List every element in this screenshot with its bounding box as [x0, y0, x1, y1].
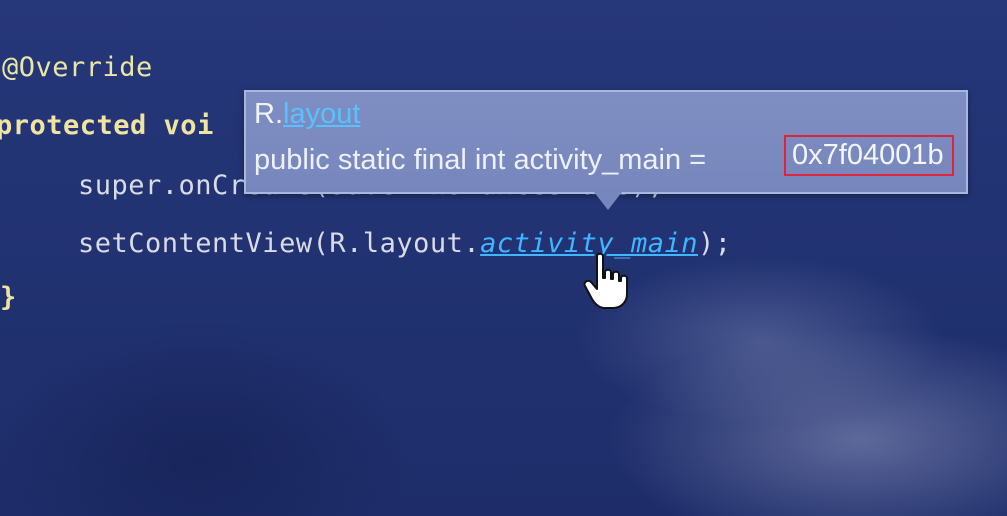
setcontentview-call: setContentView(R.layout.	[78, 228, 481, 259]
override-annotation: @Override	[2, 52, 153, 83]
tooltip-declaration: public static final int activity_main =	[254, 144, 715, 176]
statement-end: );	[697, 228, 732, 259]
tooltip-arrow	[594, 192, 622, 210]
resource-id-value: 0x7f04001b	[784, 135, 954, 176]
tooltip-class-prefix: R.	[254, 98, 283, 130]
hand-pointer-icon	[583, 252, 629, 317]
method-signature: protected voi	[0, 110, 214, 141]
hover-tooltip: R.layout public static final int activit…	[244, 90, 968, 194]
tooltip-class-ref: R.layout	[254, 98, 360, 131]
code-editor-screen: @Override protected voi super.onCreate(s…	[0, 0, 1007, 516]
setcontentview-line: setContentView(R.layout.activity_main);	[78, 228, 731, 259]
closing-brace: }	[0, 282, 17, 313]
tooltip-layout-link[interactable]: layout	[283, 98, 360, 130]
super-keyword: super.	[78, 170, 179, 201]
